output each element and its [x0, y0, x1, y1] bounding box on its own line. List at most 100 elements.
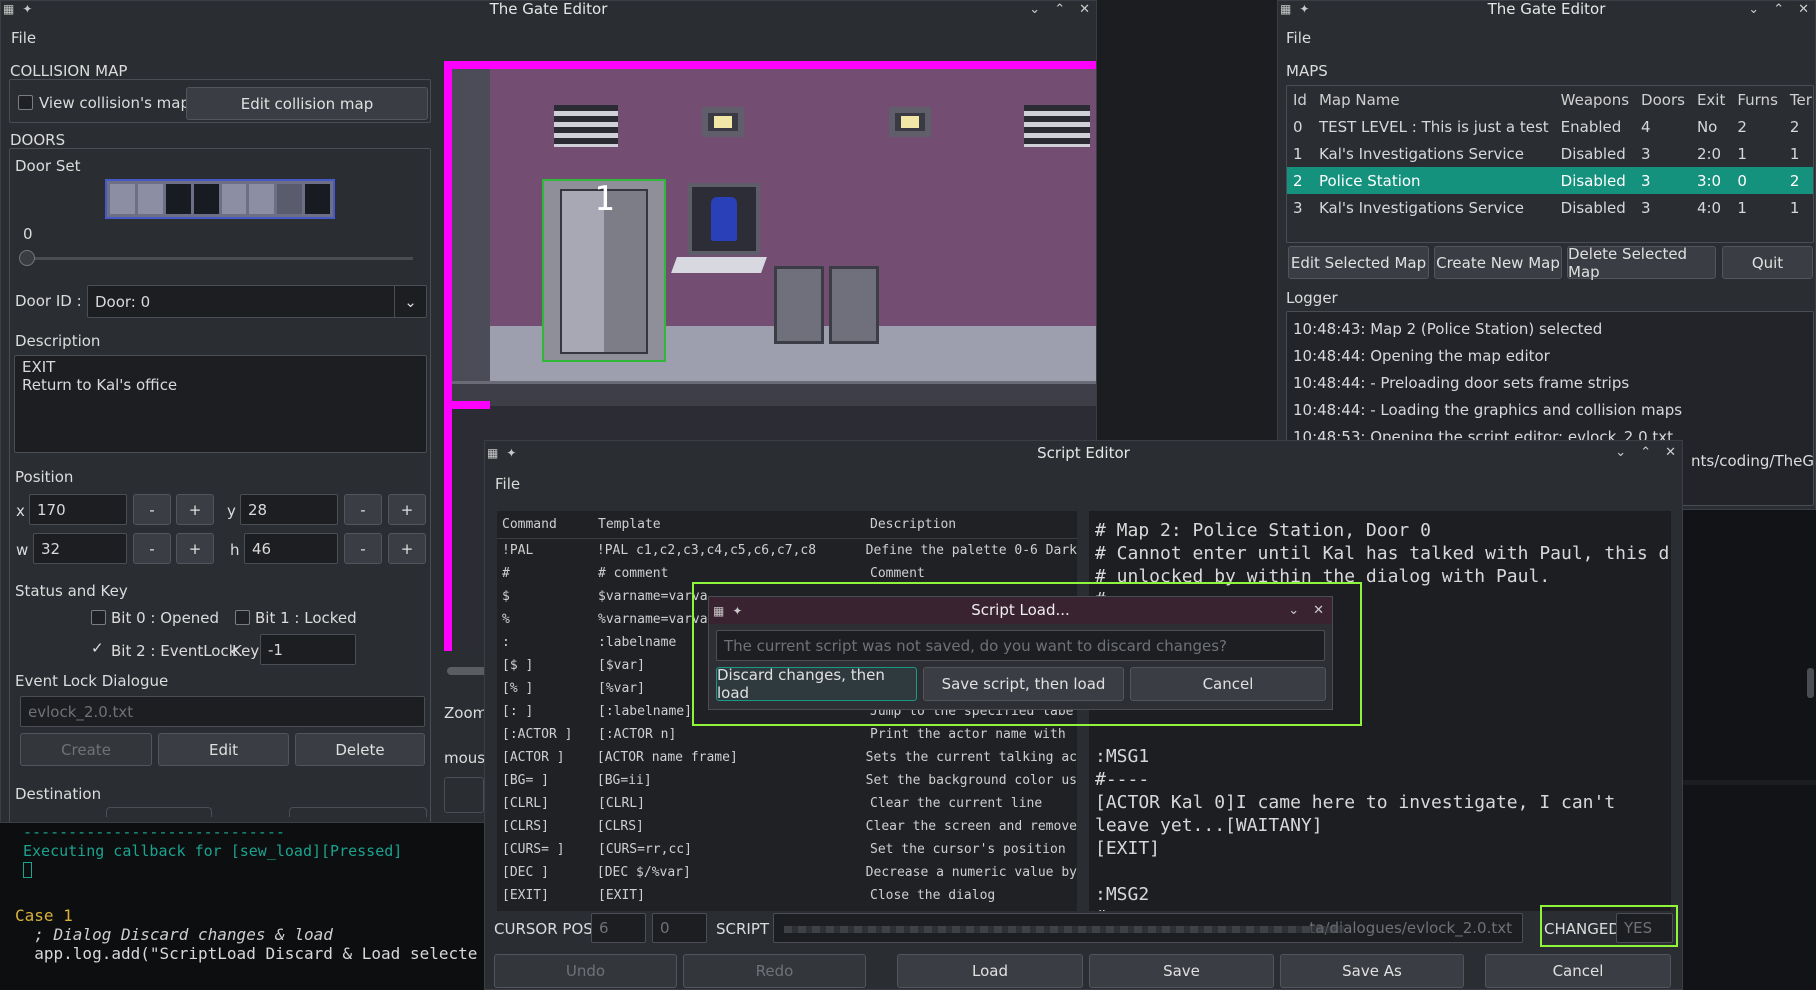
dialog-cancel-button[interactable]: Cancel [1130, 667, 1326, 701]
x-input[interactable]: 170 [29, 494, 127, 525]
close-icon[interactable]: ✕ [1079, 1, 1090, 18]
menu-file[interactable]: File [11, 29, 36, 47]
save-as-button[interactable]: Save As [1280, 954, 1464, 988]
minimize-icon[interactable]: ⌄ [1029, 1, 1040, 18]
key-input[interactable]: -1 [260, 634, 356, 665]
left-titlebar[interactable]: ▦ ✦ The Gate Editor ⌄ ⌃ ✕ [1, 1, 1096, 18]
command-row[interactable]: [ACTOR ] [ACTOR name frame] Sets the curre… [497, 746, 1077, 769]
h-plus-button[interactable]: + [388, 533, 426, 564]
load-button[interactable]: Load [897, 954, 1083, 988]
create-new-map-button[interactable]: Create New Map [1434, 246, 1562, 279]
command-cell: % [502, 612, 510, 627]
menu-file[interactable]: File [1286, 29, 1311, 47]
logger-header: Logger [1286, 289, 1338, 307]
save-button[interactable]: Save [1089, 954, 1274, 988]
col-term[interactable]: Term [1784, 86, 1813, 113]
table-row[interactable]: 0 TEST LEVEL : This is just a test Enabled… [1287, 113, 1813, 140]
col-template[interactable]: Template [593, 517, 865, 532]
col-exit[interactable]: Exit [1691, 86, 1731, 113]
pin-icon[interactable]: ✦ [22, 1, 32, 18]
delete-selected-map-button[interactable]: Delete Selected Map [1567, 245, 1716, 281]
delete-dialogue-button[interactable]: Delete [295, 733, 425, 766]
w-minus-button[interactable]: - [133, 533, 171, 564]
col-weapons[interactable]: Weapons [1555, 86, 1635, 113]
edit-dialogue-button[interactable]: Edit [158, 733, 289, 766]
edit-collision-button[interactable]: Edit collision map [186, 87, 428, 120]
command-row[interactable]: [BG= ] [BG=ii] Set the background color us [497, 769, 1077, 792]
bit2-check-icon[interactable]: ✓ [91, 639, 104, 657]
event-lock-input[interactable]: evlock_2.0.txt [20, 696, 425, 727]
description-textarea[interactable]: EXIT Return to Kal's office [14, 355, 427, 453]
maximize-icon[interactable]: ⌃ [1640, 443, 1651, 463]
bit0-checkbox[interactable] [91, 610, 106, 625]
col-command[interactable]: Command [497, 517, 593, 532]
y-minus-button[interactable]: - [344, 494, 382, 525]
table-row[interactable]: 1 Kal's Investigations Service Disabled 3 2:… [1287, 140, 1813, 167]
view-collision-checkbox[interactable] [18, 95, 33, 110]
command-row[interactable]: [EXIT] [EXIT] Close the dialog [497, 884, 1077, 907]
door-id-select[interactable]: Door: 0 ⌄ [87, 285, 427, 318]
h-minus-button[interactable]: - [344, 533, 382, 564]
bit1-checkbox[interactable] [235, 610, 250, 625]
w-input[interactable]: 32 [33, 533, 127, 564]
command-row[interactable]: [CLRL] [CLRL] Clear the current line [497, 792, 1077, 815]
col-id[interactable]: Id [1287, 86, 1313, 113]
close-icon[interactable]: ✕ [1313, 603, 1324, 618]
col-map-name[interactable]: Map Name [1313, 86, 1555, 113]
edit-selected-map-button[interactable]: Edit Selected Map [1288, 246, 1429, 279]
door-slider-track[interactable] [23, 257, 413, 260]
w-plus-button[interactable]: + [176, 533, 214, 564]
command-cell: [DEC ] [502, 865, 549, 880]
app-icon: ▦ [487, 446, 499, 460]
right-scrollbar[interactable] [1807, 668, 1814, 698]
col-description[interactable]: Description [865, 517, 956, 532]
script-path-input: ta/dialogues/evlock_2.0.txt [773, 913, 1523, 943]
minimize-icon[interactable]: ⌄ [1288, 603, 1299, 618]
right-titlebar[interactable]: ▦ ✦ The Gate Editor ⌄ ⌃ ✕ [1278, 1, 1815, 18]
cancel-script-button[interactable]: Cancel [1485, 954, 1671, 988]
pin-icon[interactable]: ✦ [506, 443, 516, 463]
dialog-title: Script Load... [971, 601, 1070, 619]
script-line: leave yet...[WAITANY] [1095, 815, 1323, 836]
command-row[interactable]: [CURS= ] [CURS=rr,cc] Set the cursor's pos… [497, 838, 1077, 861]
code-comment: ; Dialog Discard changes & load [15, 925, 333, 944]
dialog-titlebar[interactable]: ▦ ✦ Script Load... ⌄ ✕ [709, 597, 1332, 624]
script-editor-titlebar[interactable]: ▦ ✦ Script Editor ⌄ ⌃ ✕ [485, 443, 1682, 463]
discard-then-load-button[interactable]: Discard changes, then load [716, 666, 917, 702]
x-plus-button[interactable]: + [176, 494, 214, 525]
close-icon[interactable]: ✕ [1798, 1, 1809, 18]
x-minus-button[interactable]: - [133, 494, 171, 525]
y-plus-button[interactable]: + [388, 494, 426, 525]
command-row[interactable]: !PAL !PAL c1,c2,c3,c4,c5,c6,c7,c8 Define t… [497, 539, 1077, 562]
door-slider-handle[interactable] [19, 250, 35, 266]
create-button[interactable]: Create [20, 733, 152, 766]
script-line: [ACTOR Kal 0]I came here to investigate,… [1095, 792, 1616, 813]
y-input[interactable]: 28 [240, 494, 338, 525]
quit-button[interactable]: Quit [1722, 246, 1813, 279]
save-then-load-button[interactable]: Save script, then load [923, 667, 1124, 701]
col-furns[interactable]: Furns [1731, 86, 1784, 113]
command-row[interactable]: [CLRS] [CLRS] Clear the screen and remove [497, 815, 1077, 838]
destination-field[interactable] [106, 807, 212, 817]
table-row-selected[interactable]: 2 Police Station Disabled 3 3:0 0 2 [1287, 167, 1813, 194]
table-row[interactable]: 3 Kal's Investigations Service Disabled 3 4:… [1287, 194, 1813, 221]
command-row[interactable]: [DEC ] [DEC $/%var] Decrease a numeric val… [497, 861, 1077, 884]
maximize-icon[interactable]: ⌃ [1773, 1, 1784, 18]
undo-button[interactable]: Undo [494, 954, 677, 988]
script-menu-file[interactable]: File [495, 475, 520, 493]
minimize-icon[interactable]: ⌄ [1748, 1, 1759, 18]
door-set-strip[interactable] [105, 179, 335, 219]
maximize-icon[interactable]: ⌃ [1054, 1, 1065, 18]
destination-field[interactable] [289, 807, 427, 817]
canvas-hscroll[interactable] [447, 667, 487, 675]
pin-icon[interactable]: ✦ [1299, 1, 1309, 18]
position-label: Position [15, 468, 74, 486]
col-doors[interactable]: Doors [1635, 86, 1691, 113]
close-icon[interactable]: ✕ [1665, 443, 1676, 463]
minimize-icon[interactable]: ⌄ [1615, 443, 1626, 463]
h-input[interactable]: 46 [244, 533, 338, 564]
command-row[interactable]: [:ACTOR ] [:ACTOR n] Print the actor name … [497, 723, 1077, 746]
template-cell: [CURS=rr,cc] [598, 842, 692, 857]
redo-button[interactable]: Redo [683, 954, 866, 988]
script-line: #---- [1095, 769, 1150, 790]
